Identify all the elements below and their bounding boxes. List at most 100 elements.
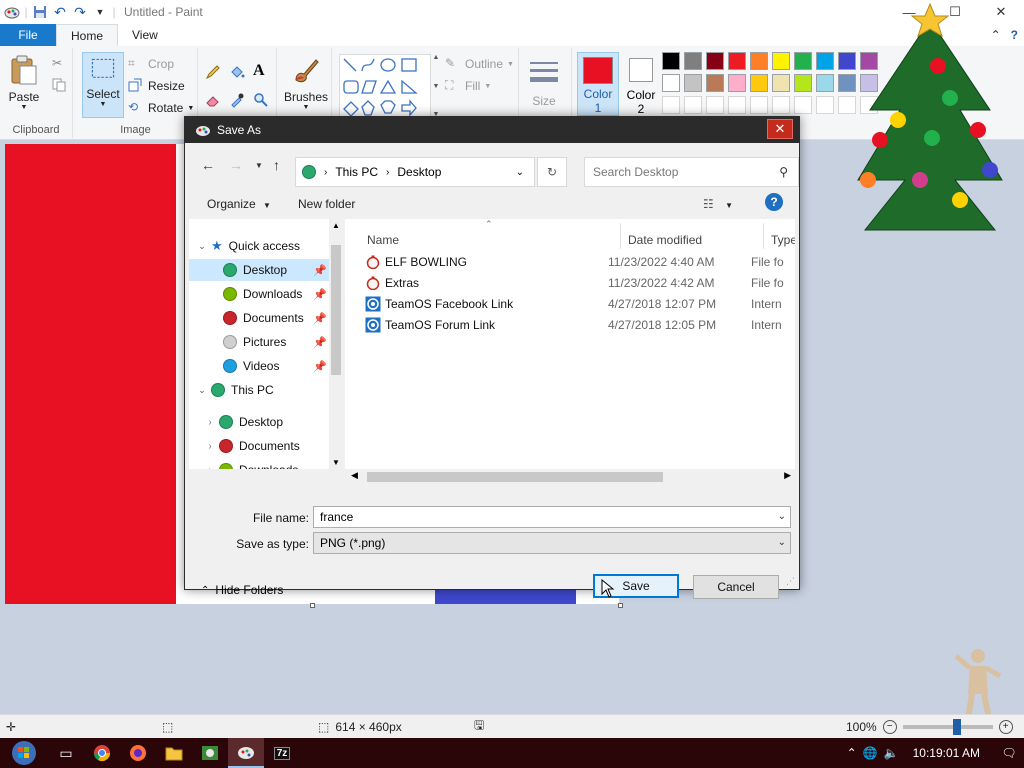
expand-chevron-icon[interactable]: › [201, 441, 219, 452]
breadcrumb-desktop[interactable]: Desktop [397, 165, 441, 179]
new-folder-button[interactable]: New folder [298, 197, 355, 211]
palette-swatch[interactable] [684, 52, 702, 70]
palette-swatch[interactable] [750, 52, 768, 70]
nav-item-pictures[interactable]: Pictures 📌 [189, 331, 331, 353]
nav-item-desktop[interactable]: › Desktop [189, 411, 331, 433]
select-button[interactable]: Select ▼ [82, 52, 124, 118]
start-button[interactable] [0, 738, 48, 768]
nav-item-desktop[interactable]: Desktop 📌 [189, 259, 331, 281]
tab-file[interactable]: File [0, 24, 56, 46]
nav-item-documents[interactable]: › Documents [189, 435, 331, 457]
resize-grip-icon[interactable]: ⋰ [786, 576, 795, 587]
palette-swatch[interactable] [816, 74, 834, 92]
palette-swatch[interactable] [706, 96, 724, 114]
scroll-left-icon[interactable]: ◀ [351, 470, 358, 481]
file-row[interactable]: TeamOS Facebook Link 4/27/2018 12:07 PM In… [365, 293, 795, 314]
zoom-in-icon[interactable]: + [998, 719, 1013, 734]
file-row[interactable]: ELF BOWLING 11/23/2022 4:40 AM File fo [365, 251, 795, 272]
nav-item-documents[interactable]: Documents 📌 [189, 307, 331, 329]
navigation-pane-scrollbar[interactable]: ▲ ▼ [329, 219, 343, 469]
view-options-button[interactable]: ☷ ▼ [703, 197, 733, 211]
scroll-right-icon[interactable]: ▶ [784, 470, 791, 481]
palette-swatch[interactable] [728, 52, 746, 70]
shapes-gallery[interactable] [339, 54, 431, 118]
help-icon[interactable]: ? [1011, 28, 1018, 42]
eraser-icon[interactable] [205, 92, 221, 108]
search-input[interactable]: Search Desktop ⚲ [584, 157, 799, 187]
nav-item-this-pc[interactable]: ⌄ This PC [189, 379, 331, 401]
file-name-input[interactable]: france ⌄ [313, 506, 791, 528]
palette-swatch[interactable] [662, 74, 680, 92]
navigation-pane-scroll-thumb[interactable] [331, 245, 341, 375]
palette-swatch[interactable] [794, 96, 812, 114]
help-button[interactable]: ? [765, 193, 783, 211]
copy-icon[interactable] [52, 78, 68, 94]
chrome-icon[interactable] [84, 738, 120, 768]
resize-handle-bottom[interactable] [310, 603, 315, 608]
size-button[interactable]: Size [528, 58, 560, 108]
crop-button[interactable]: ⌗ Crop [128, 56, 174, 72]
save-as-type-select[interactable]: PNG (*.png) ⌄ [313, 532, 791, 554]
horizontal-scroll-thumb[interactable] [367, 472, 663, 482]
palette-swatch[interactable] [794, 74, 812, 92]
zoom-out-icon[interactable]: − [882, 719, 897, 734]
color-picker-icon[interactable] [229, 92, 245, 108]
magnifier-icon[interactable] [253, 92, 269, 108]
expand-chevron-icon[interactable]: ⌄ [193, 241, 211, 252]
network-icon[interactable]: 🌐 [863, 746, 878, 760]
tab-view[interactable]: View [118, 24, 172, 46]
nav-item-downloads[interactable]: Downloads 📌 [189, 283, 331, 305]
nav-item-videos[interactable]: Videos 📌 [189, 355, 331, 377]
recent-locations-icon[interactable]: ▼ [255, 161, 263, 170]
refresh-button[interactable]: ↻ [537, 157, 567, 187]
file-list-horizontal-scrollbar[interactable]: ◀ ▶ [345, 469, 795, 485]
task-view-icon[interactable]: ▭ [48, 738, 84, 768]
file-row[interactable]: TeamOS Forum Link 4/27/2018 12:05 PM Inter… [365, 314, 795, 335]
color1-button[interactable]: Color 1 [577, 52, 619, 116]
palette-swatch[interactable] [728, 74, 746, 92]
7zip-icon[interactable]: 7z [264, 738, 300, 768]
notification-center-icon[interactable]: 🗨 [994, 746, 1024, 760]
cut-icon[interactable]: ✂ [52, 56, 68, 72]
forward-icon[interactable]: → [229, 157, 243, 173]
palette-swatch[interactable] [772, 96, 790, 114]
redo-icon[interactable]: ↷ [72, 4, 88, 20]
palette-swatch[interactable] [772, 52, 790, 70]
organize-button[interactable]: Organize ▼ [207, 197, 271, 211]
breadcrumb-this-pc[interactable]: This PC [335, 165, 378, 179]
palette-swatch[interactable] [750, 74, 768, 92]
clock[interactable]: 10:19:01 AM [913, 746, 980, 760]
column-header-type[interactable]: Type [771, 233, 795, 247]
chevron-down-icon[interactable]: ⌄ [778, 511, 786, 522]
expand-chevron-icon[interactable]: › [201, 417, 219, 428]
save-icon[interactable] [32, 4, 48, 20]
hide-folders-button[interactable]: ⌃ Hide Folders [201, 583, 283, 597]
fill-bucket-icon[interactable] [229, 64, 245, 80]
expand-chevron-icon[interactable]: › [201, 465, 219, 470]
palette-swatch[interactable] [728, 96, 746, 114]
expand-chevron-icon[interactable]: ⌄ [193, 385, 211, 396]
nav-item-downloads[interactable]: › Downloads [189, 459, 331, 469]
undo-icon[interactable]: ↶ [52, 4, 68, 20]
palette-swatch[interactable] [662, 52, 680, 70]
file-row[interactable]: Extras 11/23/2022 4:42 AM File fo [365, 272, 795, 293]
rotate-button[interactable]: ⟲ Rotate ▼ [128, 100, 194, 116]
palette-swatch[interactable] [794, 52, 812, 70]
back-icon[interactable]: ← [201, 157, 215, 173]
palette-swatch[interactable] [662, 96, 680, 114]
scroll-up-icon[interactable]: ▲ [332, 221, 340, 230]
show-hidden-icons-icon[interactable]: ⌃ [847, 746, 857, 760]
palette-swatch[interactable] [816, 96, 834, 114]
palette-swatch[interactable] [684, 96, 702, 114]
color2-button[interactable]: Color 2 [621, 52, 661, 116]
cancel-button[interactable]: Cancel [693, 575, 779, 599]
palette-swatch[interactable] [772, 74, 790, 92]
up-icon[interactable]: ↑ [273, 157, 280, 173]
palette-swatch[interactable] [706, 74, 724, 92]
zoom-slider-thumb[interactable] [952, 718, 961, 735]
outline-button[interactable]: ✎ Outline ▼ [445, 56, 514, 72]
shapes-scroll[interactable]: ▲ ▼ ▼ [431, 54, 441, 118]
zoom-slider[interactable] [902, 718, 993, 735]
scroll-down-icon[interactable]: ▼ [332, 458, 340, 467]
palette-swatch[interactable] [706, 52, 724, 70]
